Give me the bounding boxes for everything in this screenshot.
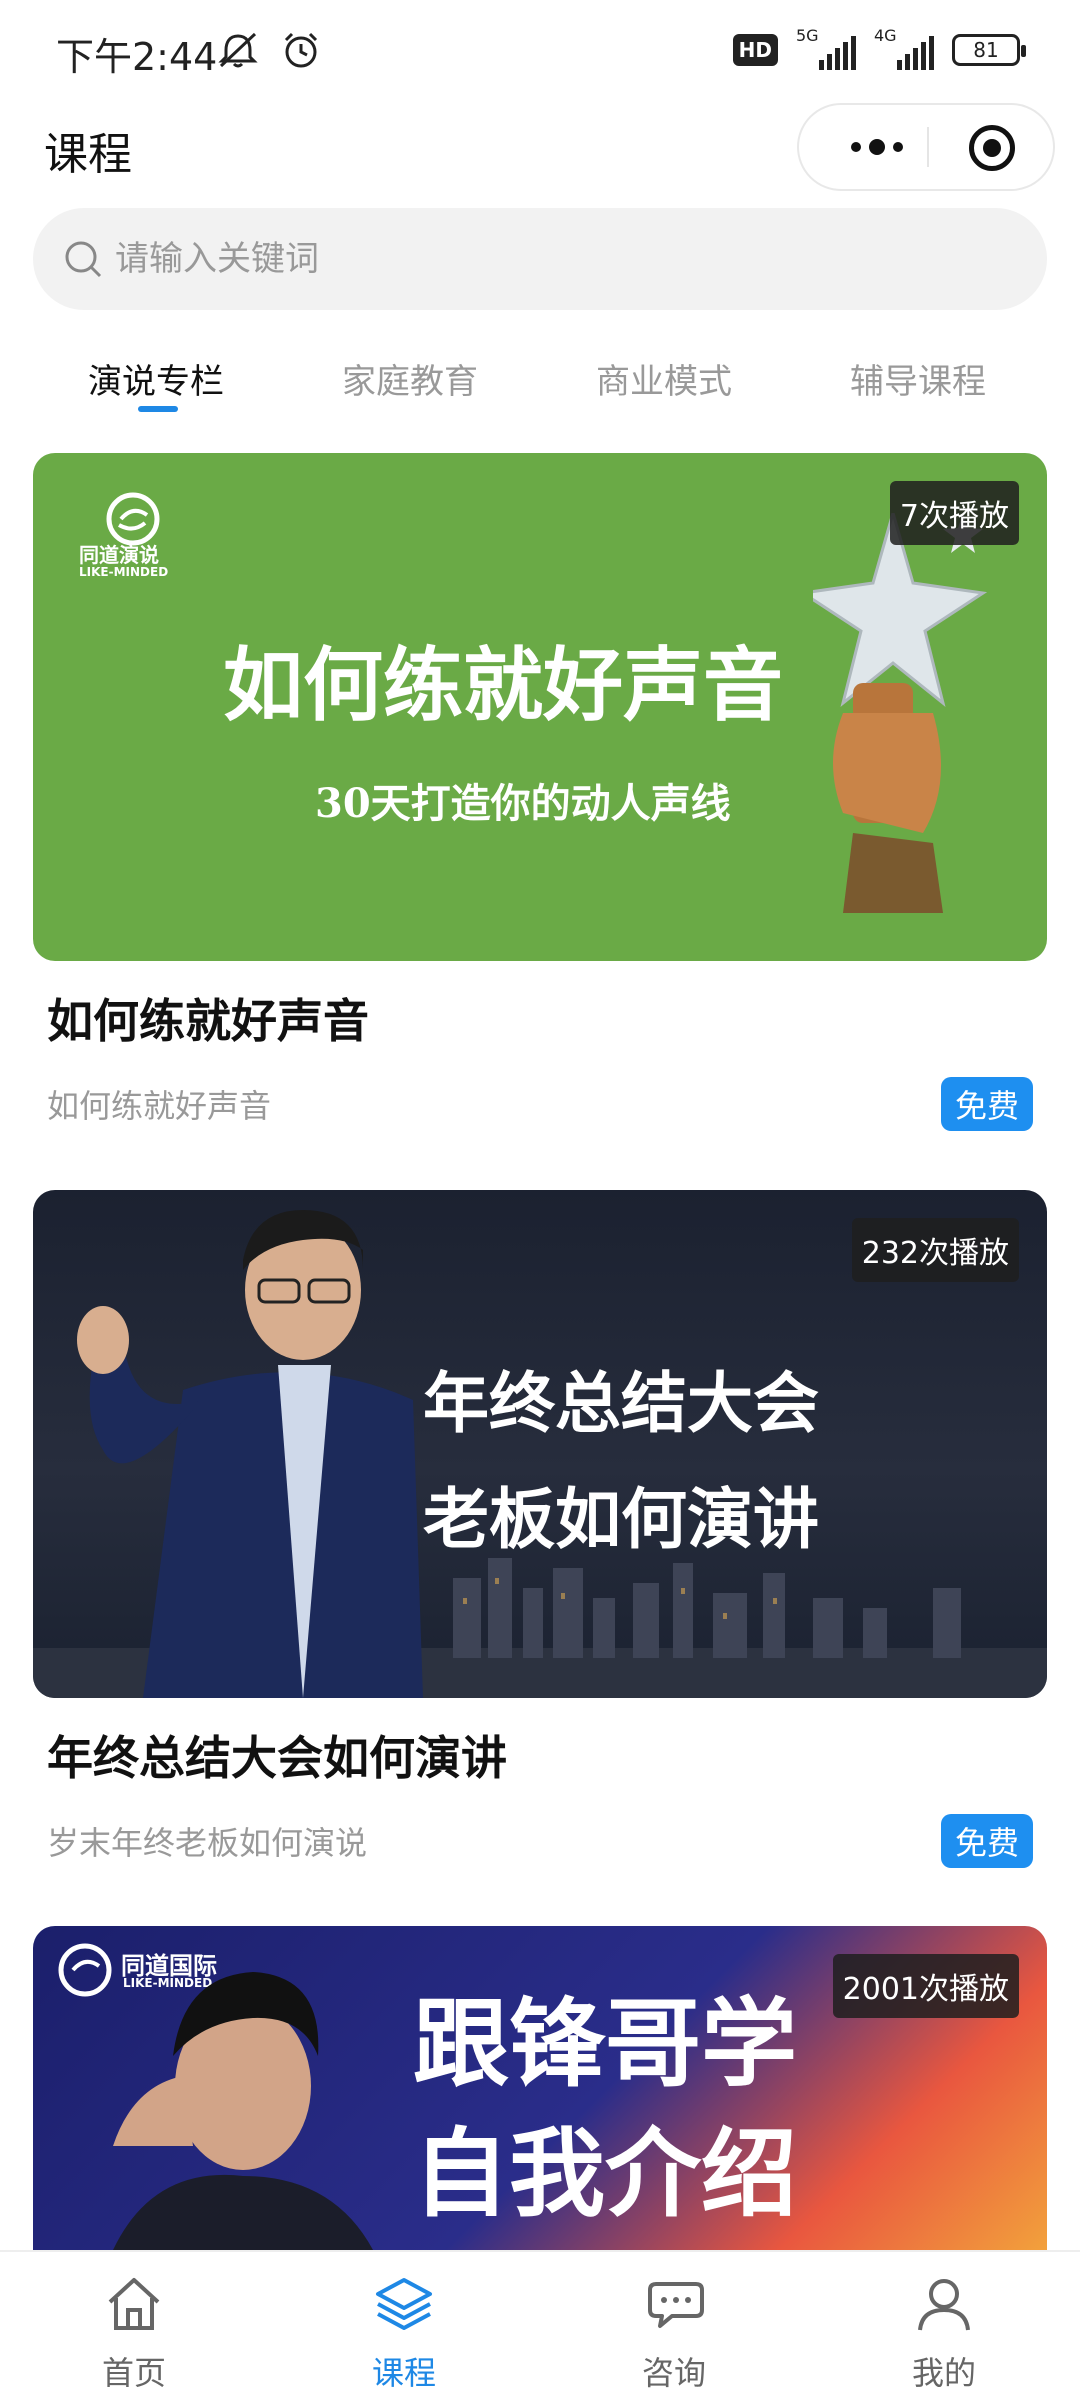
chat-icon (648, 2282, 704, 2328)
course-thumbnail[interactable]: 同道演说 LIKE-MINDED 如何练就好声音 30天打造你的动人声线 7次播… (33, 453, 1047, 961)
status-bar: 下午2:44 HD 5G 4G 81 (0, 0, 1080, 100)
bottom-nav: 首页 课程 咨询 我的 (0, 2250, 1080, 2400)
status-time: 下午2:44 (56, 35, 218, 79)
play-count: 232次播放 (851, 1218, 1019, 1282)
nav-item-profile[interactable]: 我的 (844, 2262, 1044, 2392)
thumbnail-subheadline: 自我介绍 (413, 2118, 797, 2230)
thumbnail-headline: 如何练就好声音 (223, 638, 783, 732)
layers-icon (376, 2278, 432, 2330)
play-count: 7次播放 (889, 481, 1019, 545)
nav-item-courses[interactable]: 课程 (304, 2262, 504, 2392)
tab-family-education[interactable]: 家庭教育 (342, 354, 478, 403)
search-bar[interactable] (33, 208, 1047, 310)
mute-icon (218, 32, 258, 68)
nav-label: 咨询 (641, 2354, 706, 2392)
brand-name: 同道演说 (79, 543, 159, 567)
page-title: 课程 (44, 129, 132, 180)
user-icon (918, 2279, 970, 2331)
course-title: 年终总结大会如何演讲 (47, 1731, 507, 1785)
alarm-icon (284, 32, 318, 68)
tab-speech[interactable]: 演说专栏 (88, 354, 224, 403)
course-subtitle: 岁末年终老板如何演说 (47, 1824, 368, 1862)
header: 课程 (0, 100, 1080, 200)
trophy-star-icon (813, 513, 988, 913)
nav-item-home[interactable]: 首页 (34, 2262, 234, 2392)
battery-icon: 81 (952, 34, 1026, 66)
course-subtitle: 如何练就好声音 (47, 1087, 272, 1125)
course-card[interactable]: 同道国际 LIKE-MINDED 跟锋哥学 自我介绍 2001次播放 (33, 1926, 1047, 2250)
category-tabs: 演说专栏 家庭教育 商业模式 辅导课程 (0, 330, 1080, 420)
course-thumbnail[interactable]: 年终总结大会 老板如何演讲 232次播放 (33, 1190, 1047, 1698)
signal-4g-icon: 4G (874, 26, 934, 70)
play-count: 2001次播放 (832, 1954, 1019, 2018)
search-icon (65, 241, 102, 278)
tab-coaching[interactable]: 辅导课程 (850, 354, 986, 403)
thumbnail-subheadline: 30天打造你的动人声线 (315, 780, 731, 827)
price-badge: 免费 (940, 1814, 1033, 1868)
nav-label: 我的 (911, 2354, 976, 2392)
speaker-portrait-icon (113, 1972, 373, 2250)
brand-name-en: LIKE-MINDED (79, 565, 169, 579)
thumbnail-headline: 年终总结大会 (423, 1365, 819, 1442)
course-card[interactable]: 年终总结大会 老板如何演讲 232次播放 年终总结大会如何演讲 岁末年终老板如何… (33, 1190, 1047, 1868)
more-button[interactable] (837, 105, 917, 189)
close-miniprogram-button[interactable] (969, 125, 1015, 171)
tab-business-model[interactable]: 商业模式 (596, 354, 732, 403)
nav-item-consult[interactable]: 咨询 (574, 2262, 774, 2392)
nav-label: 课程 (371, 2354, 436, 2392)
signal-5g-icon: 5G (796, 26, 856, 70)
hd-badge: HD (732, 34, 778, 66)
mini-program-capsule (797, 103, 1055, 191)
tab-indicator (138, 406, 178, 412)
search-input[interactable] (115, 239, 975, 279)
course-title: 如何练就好声音 (47, 994, 369, 1048)
home-icon (108, 2278, 160, 2330)
thumbnail-subheadline: 老板如何演讲 (423, 1481, 819, 1558)
course-card[interactable]: 同道演说 LIKE-MINDED 如何练就好声音 30天打造你的动人声线 7次播… (33, 453, 1047, 1131)
nav-label: 首页 (101, 2354, 166, 2392)
thumbnail-headline: 跟锋哥学 (413, 1988, 797, 2100)
speaker-portrait-icon (77, 1210, 423, 1698)
course-thumbnail[interactable]: 同道国际 LIKE-MINDED 跟锋哥学 自我介绍 2001次播放 (33, 1926, 1047, 2250)
price-badge: 免费 (940, 1077, 1033, 1131)
